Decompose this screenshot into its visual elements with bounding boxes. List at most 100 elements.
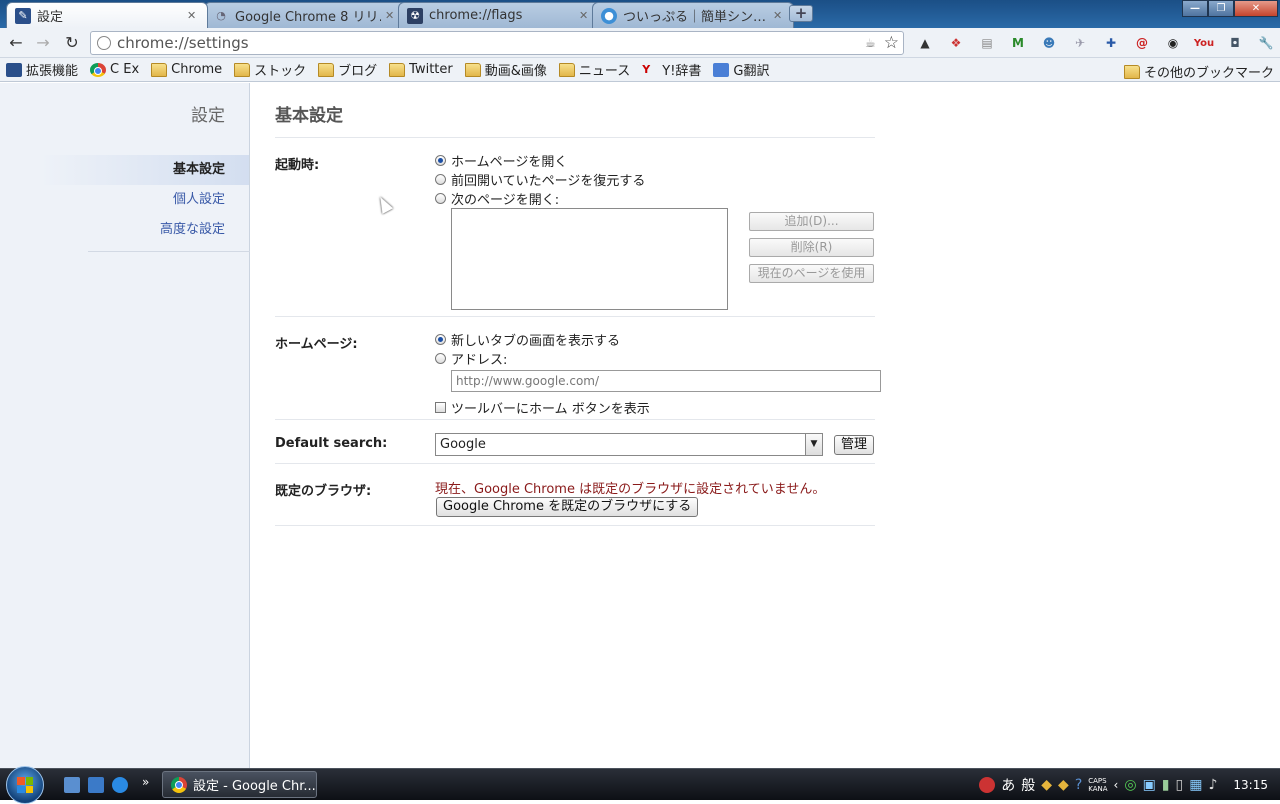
package-icon[interactable]: ◆: [1058, 777, 1069, 793]
tool-extension-icon[interactable]: ✚: [1098, 32, 1124, 54]
bookmark-extensions[interactable]: 拡張機能: [6, 60, 78, 79]
homepage-option-newtab[interactable]: 新しいタブの画面を表示する: [435, 330, 620, 349]
divider: [275, 419, 875, 420]
close-icon[interactable]: ✕: [385, 9, 397, 22]
reload-button[interactable]: ↻: [61, 32, 83, 54]
maximize-button[interactable]: ❐: [1208, 0, 1234, 17]
default-search-label: Default search:: [275, 436, 388, 451]
bookmark-label: Y!辞書: [662, 64, 702, 79]
option-label: 次のページを開く:: [451, 193, 560, 208]
nav-basics[interactable]: 基本設定: [39, 155, 249, 185]
startup-option-homepage[interactable]: ホームページを開く: [435, 151, 567, 170]
ime-mode-indicator[interactable]: 般: [1021, 775, 1035, 795]
bird-extension-icon[interactable]: ▲: [912, 32, 938, 54]
monitor-icon[interactable]: ▣: [1143, 777, 1156, 793]
option-label: アドレス:: [451, 353, 508, 368]
at-extension-icon[interactable]: @: [1129, 32, 1155, 54]
star-icon[interactable]: ☆: [884, 33, 899, 53]
use-current-pages-button[interactable]: 現在のページを使用: [749, 264, 874, 283]
volume-icon[interactable]: ♪: [1208, 777, 1217, 793]
bookmark-folder-media[interactable]: 動画&画像: [464, 60, 547, 79]
page-action-icon[interactable]: ☕: [865, 36, 876, 50]
add-page-button[interactable]: 追加(D)...: [749, 212, 874, 231]
make-default-browser-button[interactable]: Google Chrome を既定のブラウザにする: [436, 497, 699, 517]
back-button[interactable]: ←: [5, 32, 27, 54]
remove-page-button[interactable]: 削除(R): [749, 238, 874, 257]
ime-hiragana-indicator[interactable]: あ: [1001, 775, 1015, 795]
radio-button[interactable]: [435, 155, 446, 166]
badge-extension-icon[interactable]: ▤: [974, 32, 1000, 54]
bookmark-yahoo-dictionary[interactable]: Y Y!辞書: [642, 60, 702, 80]
minimize-button[interactable]: —: [1182, 0, 1208, 17]
close-window-button[interactable]: ✕: [1234, 0, 1278, 17]
taskbar-item-chrome[interactable]: 設定 - Google Chr...: [162, 771, 317, 798]
bookmark-google-translate[interactable]: G翻訳: [713, 60, 769, 79]
start-button[interactable]: [6, 766, 44, 804]
bookmark-folder-stock[interactable]: ストック: [234, 60, 306, 79]
default-search-select[interactable]: Google ▼: [435, 433, 823, 456]
new-tab-button[interactable]: +: [789, 5, 813, 22]
taskbar: » 設定 - Google Chr... あ 般 ◆ ◆ ? CAPS KANA …: [0, 766, 1280, 804]
radio-button[interactable]: [435, 193, 446, 204]
radio-button[interactable]: [435, 353, 446, 364]
wrench-menu-icon[interactable]: 🔧: [1253, 32, 1279, 54]
homepage-option-address[interactable]: アドレス:: [435, 349, 507, 368]
nav-advanced[interactable]: 高度な設定: [39, 215, 249, 245]
power-icon[interactable]: ▯: [1176, 777, 1184, 793]
manage-search-button[interactable]: 管理: [834, 435, 874, 455]
close-icon[interactable]: ✕: [579, 9, 591, 22]
clock[interactable]: 13:15: [1233, 778, 1268, 792]
radio-button[interactable]: [435, 334, 446, 345]
startup-pages-list[interactable]: [451, 208, 728, 310]
youtube-extension-icon[interactable]: You: [1191, 32, 1217, 54]
person-extension-icon[interactable]: ☻: [1036, 32, 1062, 54]
nav-personal[interactable]: 個人設定: [39, 185, 249, 215]
startup-option-pages[interactable]: 次のページを開く:: [435, 189, 559, 208]
startup-option-restore[interactable]: 前回開いていたページを復元する: [435, 170, 645, 189]
bookmark-folder-news[interactable]: ニュース: [558, 60, 630, 79]
bookmark-folder-chrome[interactable]: Chrome: [151, 62, 222, 77]
color-extension-icon[interactable]: ◉: [1160, 32, 1186, 54]
quicklaunch-expand-icon[interactable]: »: [142, 775, 149, 789]
send-extension-icon[interactable]: ✈: [1067, 32, 1093, 54]
ie-icon[interactable]: [112, 777, 128, 793]
ime-icon[interactable]: [979, 777, 996, 793]
show-desktop-icon[interactable]: [64, 777, 80, 793]
flags-icon: ☢: [407, 7, 423, 24]
checkbox[interactable]: [435, 402, 446, 413]
forward-button[interactable]: →: [32, 32, 54, 54]
show-home-button-option[interactable]: ツールバーにホーム ボタンを表示: [435, 398, 650, 417]
signal-icon[interactable]: ▮: [1162, 777, 1170, 793]
other-bookmarks[interactable]: その他のブックマーク: [1123, 62, 1274, 81]
url-text[interactable]: chrome://settings: [117, 34, 865, 52]
camera-extension-icon[interactable]: ◘: [1222, 32, 1248, 54]
network-icon[interactable]: ◎: [1124, 777, 1136, 793]
close-icon[interactable]: ✕: [773, 9, 785, 22]
bookmarks-bar: 拡張機能 C Ex Chrome ストック ブログ Twitter 動画&画像 …: [0, 58, 1280, 82]
radio-button[interactable]: [435, 174, 446, 185]
omnibox[interactable]: chrome://settings ☕ ☆: [90, 31, 904, 55]
switch-windows-icon[interactable]: [88, 777, 104, 793]
option-label: 新しいタブの画面を表示する: [451, 334, 621, 349]
bookmark-label: C Ex: [110, 62, 140, 77]
close-icon[interactable]: ✕: [187, 9, 199, 22]
chevron-down-icon[interactable]: ▼: [805, 434, 822, 455]
puzzle-icon: [6, 62, 22, 77]
tab-settings[interactable]: ✎ 設定 ✕: [6, 2, 208, 28]
tab-chrome8-release[interactable]: ◔ Google Chrome 8 リリ… ✕: [204, 2, 406, 28]
buttons-extension-icon[interactable]: ❖: [943, 32, 969, 54]
gmail-extension-icon[interactable]: M: [1005, 32, 1031, 54]
bookmark-folder-twitter[interactable]: Twitter: [389, 62, 453, 77]
tab-twipple[interactable]: ● ついっぷる｜簡単シン… ✕: [592, 2, 794, 28]
tool-icon[interactable]: ◆: [1041, 777, 1052, 793]
tab-chrome-flags[interactable]: ☢ chrome://flags ✕: [398, 2, 600, 28]
bookmark-folder-blog[interactable]: ブログ: [318, 60, 377, 79]
tray-expand-icon[interactable]: ‹: [1114, 778, 1119, 792]
homepage-url-input[interactable]: http://www.google.com/: [451, 370, 881, 392]
bookmark-c-ex[interactable]: C Ex: [90, 62, 139, 77]
connection-icon[interactable]: ▦: [1189, 777, 1202, 793]
bookmark-label: G翻訳: [733, 64, 770, 79]
option-label: ツールバーにホーム ボタンを表示: [451, 402, 650, 417]
bookmark-label: 拡張機能: [26, 64, 79, 79]
help-icon[interactable]: ?: [1075, 777, 1082, 793]
